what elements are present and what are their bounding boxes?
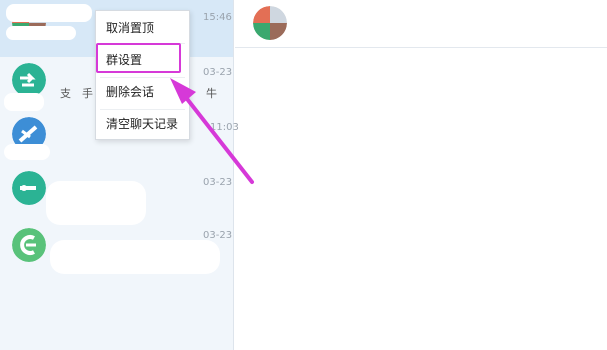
conversation-preview: 牛 (206, 87, 217, 100)
group-avatar (253, 6, 287, 40)
menu-divider (100, 109, 185, 110)
conversation-time: 03-23 (203, 230, 233, 241)
conversation-time: 03-23 (203, 67, 233, 78)
conversation-time: 15:46 (203, 12, 232, 23)
conversation-preview: 手 (82, 87, 93, 100)
menu-divider (100, 77, 185, 78)
conversation-item[interactable]: 03-23 (0, 171, 233, 228)
group-avatar (12, 63, 46, 97)
menu-item-clear-history[interactable]: 清空聊天记录 (96, 111, 189, 137)
menu-item-unpin[interactable]: 取消置顶 (96, 15, 189, 41)
highlight-box (96, 43, 181, 73)
group-avatar (12, 171, 46, 205)
group-avatar (12, 228, 46, 262)
chat-header (235, 0, 607, 48)
conversation-time: 11:03 (210, 122, 239, 133)
menu-item-delete-conversation[interactable]: 删除会话 (96, 79, 189, 105)
conversation-item[interactable]: 03-23 (0, 228, 233, 285)
conversation-preview: 支 (60, 87, 71, 100)
conversation-time: 03-23 (203, 177, 233, 188)
context-menu: 取消置顶 群设置 删除会话 清空聊天记录 (95, 10, 190, 140)
